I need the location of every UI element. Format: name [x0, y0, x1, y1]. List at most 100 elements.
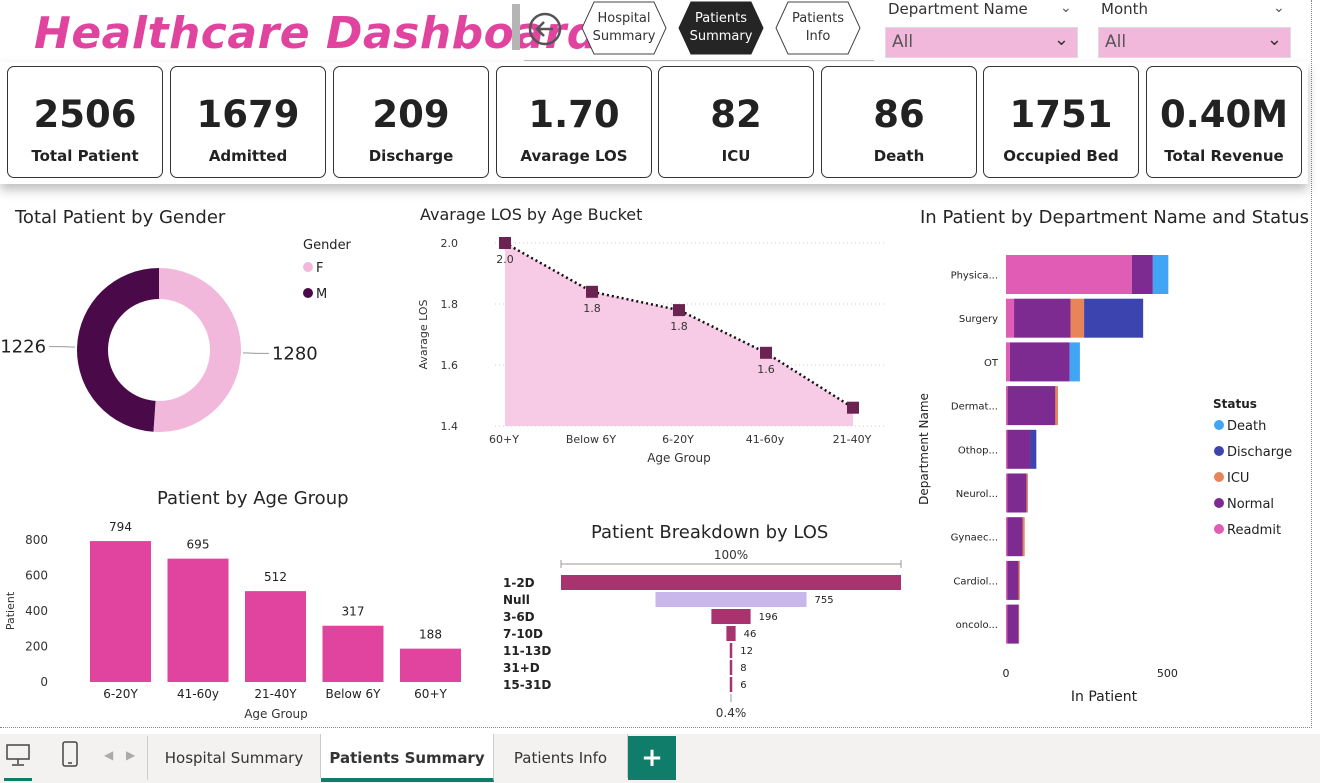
x-tick-label: 21-40Y	[254, 687, 297, 701]
filter-department-dropdown[interactable]: All ⌄	[885, 27, 1078, 58]
age-bar	[245, 591, 306, 682]
legend-label-normal: Normal	[1227, 497, 1274, 512]
los-age-chart-title: Avarage LOS by Age Bucket	[420, 205, 643, 224]
funnel-bar	[561, 575, 901, 590]
dept-bar-segment-normal	[1007, 429, 1031, 469]
x-tick-label: 41-60y	[177, 687, 219, 701]
los-data-label: 1.8	[583, 302, 601, 315]
kpi-value: 86	[873, 93, 925, 136]
filter-department-label: Department Name	[888, 0, 1028, 18]
legend-label-death: Death	[1227, 419, 1266, 434]
nav-hospital-summary[interactable]: Hospital Summary	[580, 0, 668, 56]
kpi-label: Occupied Bed	[1003, 147, 1119, 165]
dept-bar-segment-discharge	[1084, 298, 1144, 338]
los-point	[847, 401, 859, 414]
dept-bar-segment-normal	[1007, 386, 1056, 426]
x-axis-label: Age Group	[244, 707, 308, 720]
dept-bar-segment-readmit	[1006, 429, 1008, 469]
desktop-view-underline	[4, 778, 32, 781]
dept-bar-segment-death	[1069, 342, 1080, 382]
los-point	[673, 304, 685, 317]
kpi-death: 86 Death	[821, 66, 977, 178]
kpi-strip: 2506 Total Patient 1679 Admitted 209 Discha…	[0, 62, 1308, 184]
legend-marker-icu	[1214, 472, 1224, 482]
age-bar	[400, 648, 461, 682]
kpi-admitted: 1679 Admitted	[170, 66, 326, 178]
funnel-bar	[729, 660, 733, 675]
funnel-bar	[729, 677, 733, 692]
dept-bar-segment-normal	[1007, 473, 1027, 513]
kpi-label: Total Patient	[31, 147, 139, 165]
nav-patients-info[interactable]: Patients Info	[774, 0, 862, 56]
title-divider	[512, 4, 520, 50]
desktop-view-icon[interactable]	[4, 740, 34, 770]
filter-department-value: All	[892, 32, 914, 52]
age-bar-label: 794	[109, 520, 132, 534]
dept-bar-segment-normal	[1131, 255, 1153, 294]
chevron-left-icon[interactable]: ◀	[104, 748, 113, 762]
donut-data-label: 1280	[272, 343, 318, 364]
kpi-value: 1.70	[528, 93, 620, 136]
y-tick-label: Cardiol...	[953, 576, 998, 587]
los-data-label: 1.8	[670, 320, 688, 333]
funnel-bar	[729, 643, 733, 658]
los-funnel-chart-title: Patient Breakdown by LOS	[591, 522, 829, 543]
dept-bar-segment-discharge	[1030, 429, 1037, 469]
y-axis-label: Department Name	[917, 393, 931, 505]
age-bar	[322, 625, 384, 682]
dept-bar-segment-readmit	[1006, 560, 1008, 600]
funnel-category-label: 31+D	[503, 661, 540, 675]
funnel-category-label: 11-13D	[503, 644, 551, 658]
funnel-data-label: 8	[740, 663, 746, 674]
legend-marker-normal	[1214, 498, 1224, 508]
mobile-view-icon[interactable]	[58, 740, 82, 770]
donut-slice-f	[153, 268, 242, 433]
los-point	[760, 346, 772, 359]
funnel-category-label: Null	[503, 593, 530, 607]
funnel-bar	[726, 626, 736, 641]
tab-patients-summary[interactable]: Patients Summary	[321, 734, 494, 782]
age-bar-label: 317	[342, 605, 365, 619]
tab-hospital-summary[interactable]: Hospital Summary	[148, 734, 321, 778]
dept-bar-segment-icu	[1070, 298, 1085, 338]
dept-bar-segment-readmit	[1006, 604, 1008, 644]
funnel-bar	[711, 609, 751, 624]
area-fill	[505, 243, 853, 426]
dept-bar-segment-normal	[1007, 604, 1019, 644]
legend-marker-death	[1214, 420, 1224, 430]
funnel-category-label: 15-31D	[503, 678, 551, 692]
y-tick-label: 800	[25, 533, 48, 547]
y-tick-label: OT	[984, 358, 999, 369]
x-axis-label: In Patient	[1071, 689, 1138, 705]
funnel-data-label: 12	[740, 646, 753, 657]
dept-bar-segment-icu	[1018, 560, 1020, 600]
nav-patients-summary[interactable]: Patients Summary	[677, 0, 765, 56]
x-tick-label: 0	[1003, 667, 1010, 680]
tab-patients-info[interactable]: Patients Info	[494, 734, 628, 778]
age-bar-label: 188	[419, 628, 442, 642]
add-page-button[interactable]: +	[628, 736, 676, 780]
age-group-bar-chart: 0 200 400 600 800 Patient 794 6-20Y 695 41-60y 512…	[4, 520, 461, 720]
kpi-value: 1751	[1009, 93, 1113, 136]
chevron-right-icon[interactable]: ▶	[126, 748, 135, 762]
x-tick-label: Below 6Y	[566, 433, 617, 446]
donut-slice-m	[77, 268, 159, 432]
legend-marker-f	[303, 262, 313, 272]
dept-bar-segment-readmit	[1006, 255, 1132, 294]
dept-bar-segment-readmit	[1006, 342, 1010, 382]
filter-month-dropdown[interactable]: All ⌄	[1098, 27, 1291, 58]
dept-bar-segment-readmit	[1006, 517, 1008, 557]
back-arrow-icon[interactable]	[526, 10, 564, 48]
dept-bar-segment-normal	[1007, 517, 1023, 557]
chevron-down-icon[interactable]: ⌄	[1273, 0, 1285, 16]
chevron-down-icon[interactable]: ⌄	[1060, 0, 1072, 16]
y-tick-label: 1.6	[441, 359, 459, 372]
legend-marker-m	[303, 288, 313, 298]
kpi-value: 209	[372, 93, 450, 136]
age-bar-label: 512	[264, 570, 287, 584]
dept-bar-segment-normal	[1007, 560, 1019, 600]
dept-status-bar-chart: Physica... Surgery OT Dermat... Othop... Neur…	[917, 255, 1292, 705]
y-axis-label: Patient	[4, 591, 17, 630]
x-tick-label: 41-60y	[746, 433, 785, 446]
legend-label-discharge: Discharge	[1227, 445, 1292, 460]
